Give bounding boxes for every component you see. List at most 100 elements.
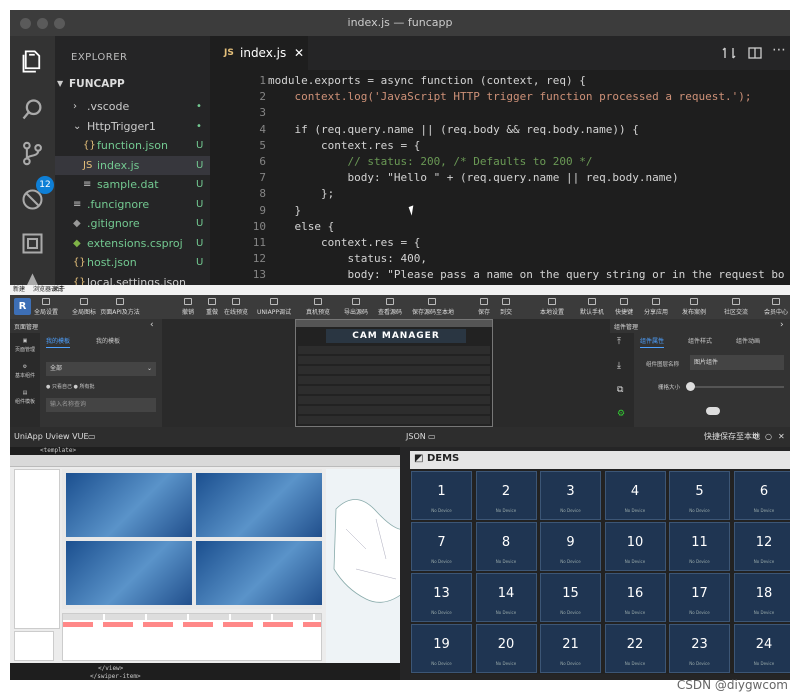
toolbar-button[interactable]: 到交 — [486, 295, 526, 319]
tab-component-templates[interactable]: ▤ 组件模板 — [12, 389, 38, 407]
file-tree-item[interactable]: {} function.json U — [55, 136, 210, 156]
file-tree-item[interactable]: JS index.js U — [55, 155, 210, 175]
close-icon[interactable]: ✕ — [778, 427, 785, 447]
chevron-down-icon[interactable]: ▼ — [57, 79, 63, 88]
channel-cell[interactable]: 8 No Device — [475, 522, 537, 571]
cam-manager-preview[interactable]: CAM MANAGER — [295, 319, 493, 427]
design-canvas[interactable]: CAM MANAGER — [162, 319, 610, 427]
tab-component-animation[interactable]: 组件动画 — [736, 336, 760, 345]
window-icon[interactable]: ▭ — [88, 427, 96, 447]
channel-cell[interactable]: 16 No Device — [604, 573, 666, 622]
window-icon[interactable]: ▭ — [428, 427, 436, 447]
maximize-window-dot[interactable] — [54, 18, 65, 29]
toolbar-button[interactable]: 保存源码至本地 — [412, 295, 454, 319]
channel-cell[interactable]: 20 No Device — [475, 624, 537, 673]
slider-handle[interactable] — [686, 382, 695, 391]
channel-cell[interactable]: 24 No Device — [733, 624, 790, 673]
channel-cell[interactable]: 14 No Device — [475, 573, 537, 622]
tab-component-props[interactable]: 组件属性 — [640, 336, 665, 348]
open-changes-icon[interactable] — [722, 46, 736, 60]
channel-cell[interactable]: 3 No Device — [540, 471, 601, 520]
channel-cell[interactable]: 4 No Device — [604, 471, 666, 520]
toolbar-button[interactable]: 全局设置 — [26, 295, 66, 319]
ptz-control[interactable] — [14, 631, 54, 661]
extensions-icon[interactable] — [19, 230, 46, 257]
channel-cell[interactable]: 21 No Device — [540, 624, 601, 673]
gear-icon[interactable]: ⚙ — [752, 427, 759, 447]
toolbar-button[interactable]: 真机预览 — [298, 295, 338, 319]
debug-icon[interactable] — [19, 186, 46, 213]
ide-menu-item[interactable]: 关于 — [53, 285, 65, 295]
file-tree-item[interactable]: ⌄ HttpTrigger1 • — [55, 117, 210, 137]
tab-basic-components[interactable]: ⚙ 基本组件 — [12, 363, 38, 381]
file-tree-item[interactable]: ◆ .gitignore U — [55, 214, 210, 234]
refresh-icon[interactable]: ○ — [765, 427, 772, 447]
template-filter-select[interactable]: 全部 ⌄ — [46, 362, 156, 376]
settings-icon[interactable]: ⚙ — [617, 409, 625, 419]
file-tree-item[interactable]: › .vscode • — [55, 97, 210, 117]
layer-name-input[interactable]: 图片组件 — [690, 355, 784, 370]
tab-component-style[interactable]: 组件样式 — [688, 336, 712, 345]
minimize-window-dot[interactable] — [37, 18, 48, 29]
toolbar-button[interactable]: UNIAPP调试 — [254, 295, 294, 319]
tab-page-manager[interactable]: ▣ 页面管理 — [12, 337, 38, 355]
ide-menu-item[interactable]: 新建 — [13, 285, 25, 295]
embedded-browser[interactable] — [10, 455, 410, 663]
subtab-my-templates[interactable]: 我的模板 — [46, 336, 71, 348]
expand-icon[interactable]: › — [780, 320, 784, 330]
channel-cell[interactable]: 23 No Device — [669, 624, 730, 673]
channel-cell[interactable]: 15 No Device — [540, 573, 601, 622]
channel-cell[interactable]: 9 No Device — [540, 522, 601, 571]
grid-size-slider[interactable] — [692, 386, 784, 388]
video-tile[interactable] — [196, 541, 322, 605]
azure-icon[interactable] — [19, 270, 46, 285]
channel-cell[interactable]: 12 No Device — [733, 522, 790, 571]
channel-cell[interactable]: 22 No Device — [604, 624, 666, 673]
files-icon[interactable] — [19, 48, 46, 75]
video-tile[interactable] — [66, 473, 192, 537]
split-editor-icon[interactable] — [748, 46, 762, 60]
toolbar-button[interactable]: 会员中心 — [756, 295, 790, 319]
toolbar-button[interactable]: 页面API及方法 — [100, 295, 140, 319]
code-editor[interactable]: 1 module.exports = async function (contex… — [210, 70, 790, 285]
toggle-switch[interactable] — [706, 407, 720, 415]
channel-cell[interactable]: 6 No Device — [733, 471, 790, 520]
map-view[interactable] — [326, 469, 410, 663]
toolbar-button[interactable]: 社区交流 — [716, 295, 756, 319]
video-tile[interactable] — [196, 473, 322, 537]
channel-cell[interactable]: 2 No Device — [475, 471, 537, 520]
file-tree-item[interactable]: {} host.json U — [55, 253, 210, 273]
channel-cell[interactable]: 11 No Device — [669, 522, 730, 571]
file-tree-item[interactable]: ≡ .funcignore U — [55, 195, 210, 215]
channel-cell[interactable]: 13 No Device — [411, 573, 472, 622]
template-search-input[interactable]: 输入名称查询 — [46, 398, 156, 412]
toolbar-button[interactable]: 分享应用 — [636, 295, 676, 319]
channel-cell[interactable]: 10 No Device — [604, 522, 666, 571]
channel-cell[interactable]: 7 No Device — [411, 522, 472, 571]
toolbar-button[interactable]: 发布案例 — [674, 295, 714, 319]
channel-cell[interactable]: 19 No Device — [411, 624, 472, 673]
channel-cell[interactable]: 18 No Device — [733, 573, 790, 622]
video-tile[interactable] — [66, 541, 192, 605]
close-window-dot[interactable] — [20, 18, 31, 29]
tab-index-js[interactable]: JS index.js ✕ — [210, 36, 308, 70]
channel-cell[interactable]: 17 No Device — [669, 573, 730, 622]
toolbar-button[interactable]: 本地设置 — [532, 295, 572, 319]
filter-radios[interactable]: ● 只看自己 ● 所有批 — [46, 382, 156, 392]
project-title[interactable]: FUNCAPP — [69, 78, 125, 90]
toolbar-button[interactable]: 查看源码 — [370, 295, 410, 319]
arrow-up-icon[interactable]: ⤒ — [617, 337, 621, 347]
toolbar-button[interactable]: 在线预览 — [216, 295, 256, 319]
file-tree-item[interactable]: ≡ sample.dat U — [55, 175, 210, 195]
search-icon[interactable] — [19, 96, 46, 123]
source-control-icon[interactable] — [19, 140, 46, 167]
more-actions-icon[interactable]: ⋯ — [772, 42, 786, 58]
arrow-down-icon[interactable]: ⤓ — [617, 361, 621, 371]
file-tree-item[interactable]: {} local.settings.json — [55, 273, 210, 286]
subtab-templates-2[interactable]: 我的模板 — [96, 336, 120, 345]
channel-cell[interactable]: 5 No Device — [669, 471, 730, 520]
close-tab-icon[interactable]: ✕ — [294, 36, 304, 70]
toolbar-button[interactable]: 全局图标 — [64, 295, 104, 319]
file-tree-item[interactable]: ◆ extensions.csproj U — [55, 234, 210, 254]
collapse-icon[interactable]: ‹ — [150, 320, 154, 330]
